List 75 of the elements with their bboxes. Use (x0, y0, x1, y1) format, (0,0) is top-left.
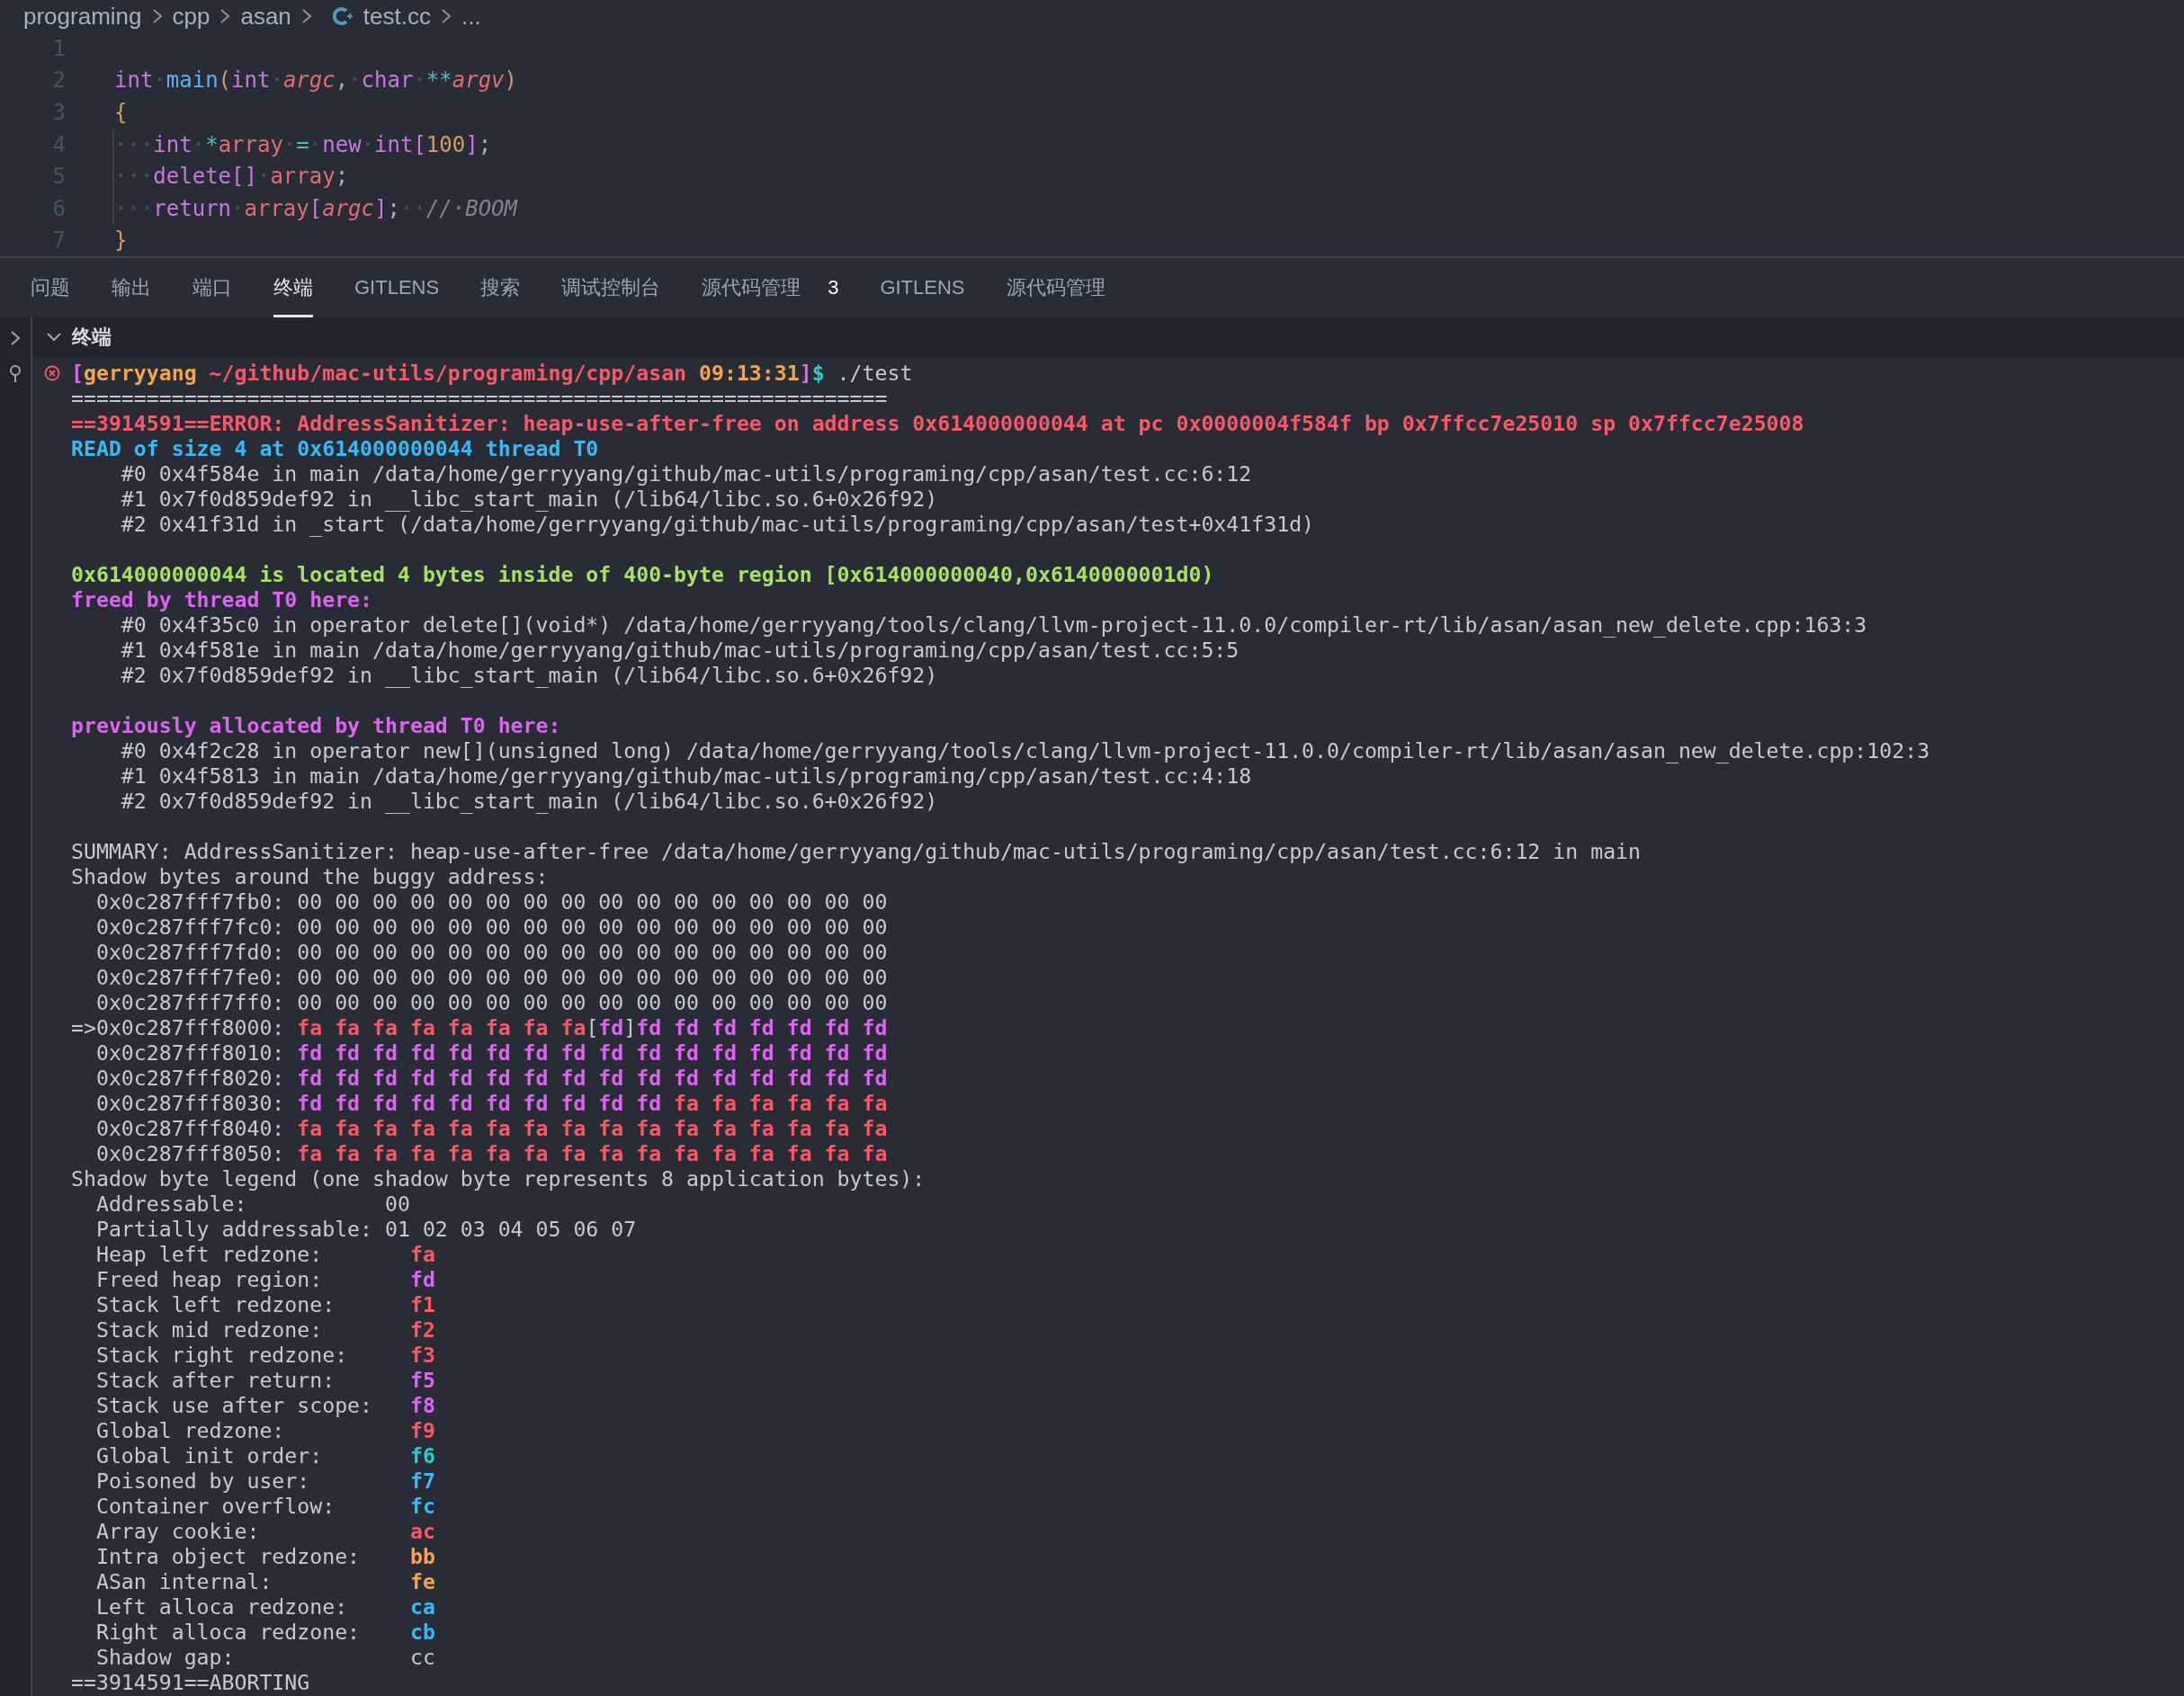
terminal-line: Left alloca redzone: ca (94, 1594, 435, 1620)
terminal-line: #2 0x7f0d859def92 in __libc_start_main (/lib64/libc.so.6+0x26f92) (120, 789, 938, 814)
terminal-line: Stack left redzone: f1 (94, 1292, 435, 1317)
terminal-title: 终端 (72, 325, 112, 350)
terminal-line: Right alloca redzone: cb (94, 1620, 435, 1645)
terminal-line: 0x0c287fff8030: fd fd fd fd fd fd fd fd fd fd fa fa fa fa fa fa (94, 1091, 888, 1116)
change-count: 3 (828, 276, 839, 299)
terminal-line: #1 0x4f5813 in main /data/home/gerryyang/github/mac-utils/programing/cpp/asan/test.cc:4:18 (120, 763, 1252, 789)
terminal-line: 0x0c287fff8010: fd fd fd fd fd fd fd fd fd fd fd fd fd fd fd fd (94, 1040, 888, 1066)
terminal-line: 0x0c287fff8020: fd fd fd fd fd fd fd fd fd fd fd fd fd fd fd fd (94, 1066, 888, 1091)
terminal-line: Shadow byte legend (one shadow byte represents 8 application bytes): (71, 1166, 926, 1192)
terminal-line: ASan internal: fe (94, 1569, 435, 1594)
code-line: ···int·*array·=·new·int[100]; (114, 130, 492, 159)
terminal-line: #0 0x4f584e in main /data/home/gerryyang/github/mac-utils/programing/cpp/asan/test.cc:6:12 (120, 461, 1252, 486)
terminal-line: SUMMARY: AddressSanitizer: heap-use-after-free /data/home/gerryyang/github/mac-utils/programing/cpp/asan/test.cc:6:12 in main (71, 839, 1641, 864)
terminal-line: 0x0c287fff8050: fa fa fa fa fa fa fa fa fa fa fa fa fa fa fa fa (94, 1141, 888, 1166)
terminal-line: Shadow gap: cc (94, 1645, 435, 1670)
code-line: ···delete[]·array; (114, 163, 349, 192)
panel-tab[interactable]: 输出 (112, 258, 151, 317)
panel-tab[interactable]: GITLENS (880, 258, 965, 317)
terminal-line: #0 0x4f2c28 in operator new[](unsigned long) /data/home/gerryyang/tools/clang/llvm-project-11.0.0/compiler-rt/lib/asan/asan_new_delete.cpp:102:3 (120, 738, 1930, 763)
terminal-line: Container overflow: fc (94, 1494, 435, 1519)
breadcrumb-item[interactable]: cpp (172, 2, 210, 31)
panel-tab[interactable]: 源代码管理 3 (702, 258, 839, 317)
terminal-line: 0x614000000044 is located 4 bytes inside of 400-byte region [0x614000000040,0x6140000001d0) (71, 562, 1214, 587)
terminal-line: ================================================================= (71, 386, 888, 411)
breadcrumb-item[interactable]: asan (240, 2, 291, 31)
terminal-line: 0x0c287fff7ff0: 00 00 00 00 00 00 00 00 00 00 00 00 00 00 00 00 (94, 990, 888, 1015)
terminal-line: Global init order: f6 (94, 1443, 435, 1468)
terminal-line: #0 0x4f35c0 in operator delete[](void*) /data/home/gerryyang/tools/clang/llvm-project-11.0.0/compiler-rt/lib/asan/asan_new_delete.cpp:163:3 (120, 612, 1867, 638)
terminal-line: ==3914591==ERROR: AddressSanitizer: heap-use-after-free on address 0x614000000044 at pc 0x0000004f584f bp 0x7ffcc7e25010 sp 0x7ffcc7e25008 (71, 411, 1804, 436)
chevron-icon (219, 7, 232, 25)
breadcrumb-item[interactable]: test.cc (363, 2, 431, 31)
terminal-line: Stack mid redzone: f2 (94, 1317, 435, 1343)
terminal-line: Intra object redzone: bb (94, 1544, 435, 1569)
cpp-file-icon (332, 5, 354, 27)
terminal-line: Stack use after scope: f8 (94, 1393, 435, 1418)
terminal-line: 0x0c287fff7fd0: 00 00 00 00 00 00 00 00 00 00 00 00 00 00 00 00 (94, 940, 888, 965)
panel-tab[interactable]: 问题 (31, 258, 70, 317)
terminal-line: Poisoned by user: f7 (94, 1468, 435, 1494)
breadcrumb-item[interactable]: ... (461, 2, 481, 31)
terminal-line: Global redzone: f9 (94, 1418, 435, 1443)
terminal-line: Stack after return: f5 (94, 1368, 435, 1393)
terminal-line: [gerryyang ~/github/mac-utils/programing/cpp/asan 09:13:31]$ ./test (71, 361, 913, 386)
terminal-line: =>0x0c287fff8000: fa fa fa fa fa fa fa fa[fd]fd fd fd fd fd fd fd (71, 1015, 888, 1040)
code-line: } (114, 227, 128, 255)
panel-tab[interactable]: 端口 (192, 258, 232, 317)
terminal-line: #2 0x7f0d859def92 in __libc_start_main (/lib64/libc.so.6+0x26f92) (120, 663, 938, 688)
panel-tab[interactable]: GITLENS (354, 258, 440, 317)
terminal-line: 0x0c287fff8040: fa fa fa fa fa fa fa fa fa fa fa fa fa fa fa fa (94, 1116, 888, 1141)
terminal-line: Addressable: 00 (94, 1192, 410, 1217)
terminal-line: Stack right redzone: f3 (94, 1343, 435, 1368)
terminal-line: Shadow bytes around the buggy address: (71, 864, 549, 889)
terminal-line: Partially addressable: 01 02 03 04 05 06 07 (94, 1217, 637, 1242)
terminal-line: 0x0c287fff7fe0: 00 00 00 00 00 00 00 00 00 00 00 00 00 00 00 00 (94, 965, 888, 990)
terminal-line: previously allocated by thread T0 here: (71, 713, 561, 738)
terminal-line: #2 0x41f31d in _start (/data/home/gerryyang/github/mac-utils/programing/cpp/asan/test+0x41f31d) (120, 512, 1315, 537)
terminal-line: freed by thread T0 here: (71, 587, 373, 612)
code-line: int·main(int·argc,·char·**argv) (114, 67, 517, 95)
code-line: ···return·array[argc];··//·BOOM (114, 194, 517, 223)
terminal-line: READ of size 4 at 0x614000000044 thread T0 (71, 436, 599, 461)
terminal-line: Heap left redzone: fa (94, 1242, 435, 1267)
terminal-line: 0x0c287fff7fc0: 00 00 00 00 00 00 00 00 00 00 00 00 00 00 00 00 (94, 915, 888, 940)
panel-tab[interactable]: 调试控制台 (561, 258, 661, 317)
terminal-line: ==3914591==ABORTING (71, 1670, 310, 1695)
code-line: { (114, 99, 128, 127)
terminal-line: 0x0c287fff7fb0: 00 00 00 00 00 00 00 00 00 00 00 00 00 00 00 00 (94, 889, 888, 915)
terminal-line: Freed heap region: fd (94, 1267, 435, 1292)
panel-tab[interactable]: 搜索 (480, 258, 521, 317)
breadcrumb-item[interactable]: programing (23, 2, 142, 31)
error-status-icon (43, 365, 60, 381)
panel-tab[interactable]: 源代码管理 (1006, 258, 1105, 317)
terminal-line: #1 0x4f581e in main /data/home/gerryyang/github/mac-utils/programing/cpp/asan/test.cc:5:5 (120, 638, 1240, 663)
terminal-line: #1 0x7f0d859def92 in __libc_start_main (/lib64/libc.so.6+0x26f92) (120, 486, 938, 512)
terminal-line: Array cookie: ac (94, 1519, 435, 1544)
